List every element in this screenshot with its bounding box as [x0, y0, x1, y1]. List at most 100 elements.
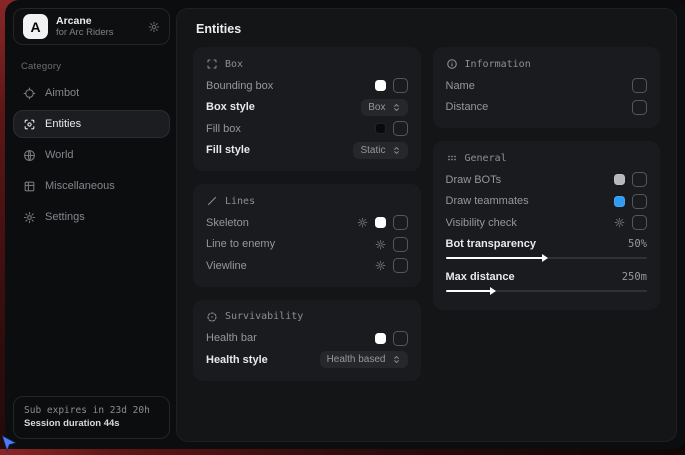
row-label: Draw teammates	[446, 195, 615, 207]
mouse-cursor	[0, 433, 18, 455]
health-bar-checkbox[interactable]	[393, 331, 408, 346]
slider-value: 50%	[628, 238, 647, 250]
sidebar-item-label: Entities	[45, 118, 81, 130]
row-label: Bot transparency	[446, 238, 629, 250]
sidebar: A Arcane for Arc Riders Category	[5, 0, 176, 449]
name-checkbox[interactable]	[632, 78, 647, 93]
box-brackets-icon	[206, 58, 218, 70]
fill-style-dropdown[interactable]: Static	[353, 142, 407, 159]
logo-text: Arcane for Arc Riders	[56, 15, 140, 39]
dropdown-value: Static	[360, 145, 385, 156]
gear-icon[interactable]	[375, 260, 386, 271]
sidebar-item-label: Aimbot	[45, 87, 79, 99]
gear-icon[interactable]	[375, 239, 386, 250]
sidebar-item-settings[interactable]: Settings	[13, 203, 170, 231]
main-content: Entities Box Bounding box	[176, 8, 677, 442]
subscription-status-card: Sub expires in 23d 20h Session duration …	[13, 396, 170, 439]
sidebar-item-entities[interactable]: Entities	[13, 110, 170, 138]
globe-icon	[23, 149, 36, 162]
color-swatch[interactable]	[614, 196, 625, 207]
row-viewline: Viewline	[206, 255, 408, 277]
bot-transparency-slider[interactable]	[446, 257, 648, 259]
row-label: Line to enemy	[206, 238, 375, 250]
max-distance-slider-group: Max distance 250m	[446, 267, 648, 300]
sub-expiry-text: Sub expires in 23d 20h	[24, 404, 159, 417]
row-distance: Distance	[446, 97, 648, 119]
diagonal-line-icon	[206, 195, 218, 207]
information-panel: Information Name Distance	[433, 47, 661, 128]
chevrons-up-down-icon	[392, 355, 401, 364]
color-swatch[interactable]	[375, 333, 386, 344]
box-style-dropdown[interactable]: Box	[361, 99, 407, 116]
slider-fill	[446, 257, 547, 259]
draw-teammates-checkbox[interactable]	[632, 194, 647, 209]
color-swatch[interactable]	[375, 80, 386, 91]
row-label: Skeleton	[206, 217, 357, 229]
row-label: Fill style	[206, 144, 353, 156]
dots-grid-icon	[446, 152, 458, 164]
gear-icon[interactable]	[614, 217, 625, 228]
pulse-circle-icon	[206, 311, 218, 323]
line-to-enemy-checkbox[interactable]	[393, 237, 408, 252]
bot-transparency-slider-group: Bot transparency 50%	[446, 234, 648, 267]
max-distance-slider[interactable]	[446, 290, 648, 292]
fill-box-checkbox[interactable]	[393, 121, 408, 136]
sidebar-item-label: World	[45, 149, 74, 161]
row-name: Name	[446, 75, 648, 97]
survivability-panel: Survivability Health bar Health style	[193, 300, 421, 381]
skeleton-checkbox[interactable]	[393, 215, 408, 230]
row-label: Fill box	[206, 123, 375, 135]
row-label: Visibility check	[446, 217, 615, 229]
info-icon	[446, 58, 458, 70]
sidebar-item-aimbot[interactable]: Aimbot	[13, 79, 170, 107]
row-health-bar: Health bar	[206, 328, 408, 350]
category-label: Category	[21, 61, 166, 72]
row-label: Bounding box	[206, 80, 375, 92]
dropdown-value: Health based	[327, 354, 386, 365]
survivability-panel-header: Survivability	[206, 308, 408, 328]
logo-card: A Arcane for Arc Riders	[13, 8, 170, 45]
session-duration-text: Session duration 44s	[24, 417, 159, 430]
row-label: Draw BOTs	[446, 174, 615, 186]
row-fill-style: Fill style Static	[206, 140, 408, 162]
panel-header-label: Box	[225, 59, 243, 70]
lines-panel: Lines Skeleton	[193, 184, 421, 287]
row-label: Box style	[206, 101, 361, 113]
entity-scan-icon	[23, 118, 36, 131]
row-label: Max distance	[446, 271, 622, 283]
page-title: Entities	[177, 9, 676, 42]
distance-checkbox[interactable]	[632, 100, 647, 115]
color-swatch[interactable]	[614, 174, 625, 185]
chevrons-up-down-icon	[392, 146, 401, 155]
row-label: Name	[446, 80, 633, 92]
box-panel-header: Box	[206, 55, 408, 75]
row-skeleton: Skeleton	[206, 212, 408, 234]
bounding-box-checkbox[interactable]	[393, 78, 408, 93]
sidebar-item-miscellaneous[interactable]: Miscellaneous	[13, 172, 170, 200]
color-swatch[interactable]	[375, 123, 386, 134]
health-style-dropdown[interactable]: Health based	[320, 351, 408, 368]
lines-panel-header: Lines	[206, 192, 408, 212]
color-swatch[interactable]	[375, 217, 386, 228]
app-title: Arcane	[56, 15, 140, 27]
general-panel: General Draw BOTs Draw teammates	[433, 141, 661, 310]
app-window: A Arcane for Arc Riders Category	[5, 0, 685, 449]
row-fill-box: Fill box	[206, 118, 408, 140]
slider-thumb	[490, 287, 496, 295]
slider-fill	[446, 290, 494, 292]
row-health-style: Health style Health based	[206, 349, 408, 371]
sidebar-nav: Aimbot Entities World	[11, 79, 176, 231]
draw-bots-checkbox[interactable]	[632, 172, 647, 187]
row-label: Distance	[446, 101, 633, 113]
panel-header-label: Information	[465, 59, 531, 70]
viewline-checkbox[interactable]	[393, 258, 408, 273]
gear-icon[interactable]	[357, 217, 368, 228]
row-visibility-check: Visibility check	[446, 212, 648, 234]
row-label: Viewline	[206, 260, 375, 272]
gear-icon[interactable]	[148, 21, 160, 33]
row-draw-bots: Draw BOTs	[446, 169, 648, 191]
sidebar-item-label: Miscellaneous	[45, 180, 115, 192]
sidebar-item-world[interactable]: World	[13, 141, 170, 169]
left-column: Box Bounding box Box style Box	[193, 47, 421, 381]
visibility-check-checkbox[interactable]	[632, 215, 647, 230]
